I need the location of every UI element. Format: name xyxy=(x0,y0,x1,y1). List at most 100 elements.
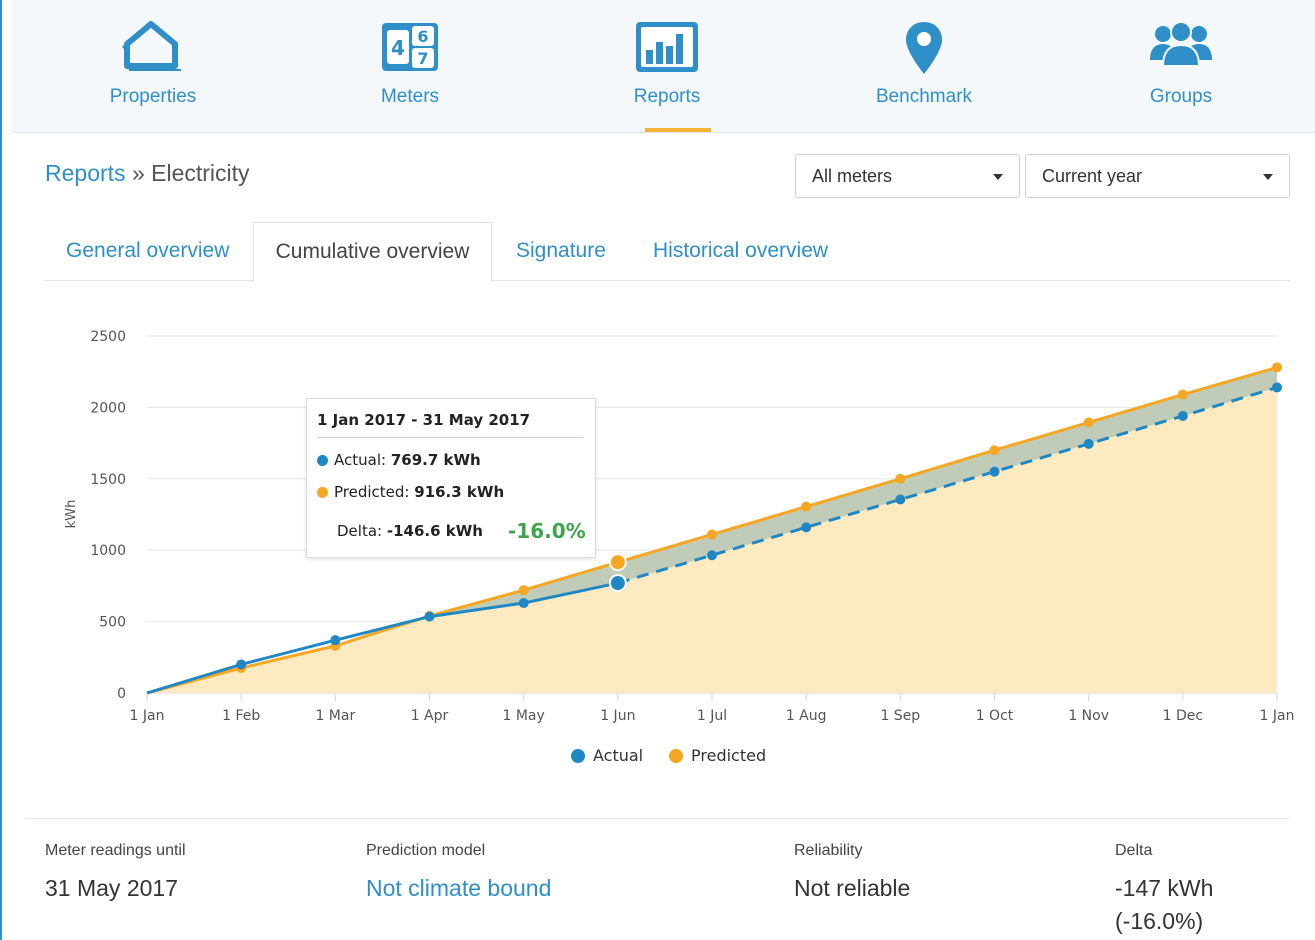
tab-general-overview[interactable]: General overview xyxy=(66,222,229,280)
tooltip-delta-value: -146.6 kWh xyxy=(386,522,483,540)
x-tick-label: 1 Jan xyxy=(130,708,165,724)
actual-point xyxy=(1272,382,1282,393)
x-tick-label: 1 Jul xyxy=(697,708,727,724)
x-tick-label: 1 Feb xyxy=(222,708,260,724)
x-tick-label: 1 Jan xyxy=(1260,708,1295,724)
x-tick-label: 1 Dec xyxy=(1163,708,1203,724)
actual-point xyxy=(895,494,906,505)
predicted-dot-icon xyxy=(317,487,328,498)
x-tick-label: 1 Aug xyxy=(786,708,827,724)
breadcrumb-current: Electricity xyxy=(151,160,250,186)
predicted-point xyxy=(1177,389,1188,400)
actual-point xyxy=(236,659,247,670)
stat-label-readings: Meter readings until xyxy=(45,842,186,859)
predicted-point xyxy=(895,473,906,484)
caret-down-icon xyxy=(993,174,1003,180)
x-tick-label: 1 Mar xyxy=(315,708,355,724)
svg-text:6: 6 xyxy=(417,27,428,46)
legend-actual-label: Actual xyxy=(593,746,644,765)
tabs-divider xyxy=(44,280,1290,281)
predicted-point xyxy=(518,585,529,596)
stat-value-reliability: Not reliable xyxy=(794,875,911,901)
meters-select-value: All meters xyxy=(812,166,893,186)
tooltip-predicted-value: 916.3 kWh xyxy=(414,483,505,501)
tab-signature[interactable]: Signature xyxy=(516,222,606,280)
users-group-icon xyxy=(1150,21,1212,67)
period-select-value: Current year xyxy=(1042,166,1143,186)
y-tick-label: 0 xyxy=(117,686,126,702)
stat-label-reliability: Reliability xyxy=(794,842,863,859)
meter-digits-icon: 4 6 7 xyxy=(382,23,438,71)
y-axis-label: kWh xyxy=(64,500,79,529)
predicted-point xyxy=(989,445,1000,456)
active-tab-indicator xyxy=(645,128,711,132)
tooltip-divider xyxy=(317,437,583,438)
svg-text:7: 7 xyxy=(417,49,428,68)
tooltip-predicted-row: Predicted: 916.3 kWh xyxy=(317,483,504,501)
tooltip-range: 1 Jan 2017 - 31 May 2017 xyxy=(317,411,531,429)
x-tick-label: 1 Jun xyxy=(600,708,635,724)
tooltip-actual-value: 769.7 kWh xyxy=(390,451,481,469)
prediction-model-link[interactable]: Not climate bound xyxy=(366,872,551,905)
nav-item-reports[interactable]: Reports xyxy=(567,0,767,132)
stat-value-delta: -147 kWh (-16.0%) xyxy=(1115,872,1213,938)
legend-predicted-label: Predicted xyxy=(691,746,767,765)
x-tick-label: 1 Sep xyxy=(880,708,920,724)
tooltip-actual-label: Actual: xyxy=(334,451,387,469)
stat-value-delta-kwh: -147 kWh xyxy=(1115,875,1214,901)
stat-value-delta-pct: (-16.0%) xyxy=(1115,908,1204,934)
actual-point xyxy=(518,598,529,609)
nav-label-benchmark: Benchmark xyxy=(875,86,973,107)
tooltip-delta-row: Delta: -146.6 kWh xyxy=(337,522,483,540)
meters-select[interactable]: All meters xyxy=(795,154,1020,198)
stat-value-readings: 31 May 2017 xyxy=(45,875,178,901)
actual-point xyxy=(424,611,435,622)
y-tick-label: 500 xyxy=(99,615,126,631)
legend-item-predicted[interactable]: Predicted xyxy=(669,746,766,765)
actual-point xyxy=(330,635,341,646)
tooltip-delta-percent: -16.0% xyxy=(508,519,586,543)
legend-item-actual[interactable]: Actual xyxy=(571,746,643,765)
nav-item-meters[interactable]: 4 6 7 Meters xyxy=(310,0,510,132)
predicted-point xyxy=(801,501,812,512)
x-tick-label: 1 May xyxy=(503,708,545,724)
top-nav: Properties 4 6 7 Meters Reports Benchmar… xyxy=(12,0,1315,133)
footer-divider xyxy=(25,818,1290,819)
nav-item-groups[interactable]: Groups xyxy=(1081,0,1281,132)
period-select[interactable]: Current year xyxy=(1025,154,1290,198)
actual-point xyxy=(608,574,627,593)
tooltip-actual-row: Actual: 769.7 kWh xyxy=(317,451,481,469)
nav-label-reports: Reports xyxy=(633,86,701,107)
tab-cumulative-overview[interactable]: Cumulative overview xyxy=(253,222,492,282)
tab-historical-overview[interactable]: Historical overview xyxy=(653,222,828,280)
breadcrumb-separator: » xyxy=(131,160,145,186)
y-tick-label: 1000 xyxy=(90,543,126,559)
map-pin-icon xyxy=(906,22,942,74)
actual-dot-icon xyxy=(317,455,328,466)
nav-label-properties: Properties xyxy=(109,86,197,107)
actual-legend-icon xyxy=(571,749,585,763)
stat-label-delta: Delta xyxy=(1115,842,1153,859)
nav-item-benchmark[interactable]: Benchmark xyxy=(824,0,1024,132)
breadcrumb: Reports » Electricity xyxy=(45,160,250,187)
tooltip-predicted-label: Predicted: xyxy=(334,483,410,501)
house-icon xyxy=(121,20,181,71)
caret-down-icon xyxy=(1263,174,1273,180)
chart-tooltip: 1 Jan 2017 - 31 May 2017 Actual: 769.7 k… xyxy=(306,398,596,558)
nav-label-meters: Meters xyxy=(380,86,440,107)
predicted-point xyxy=(1083,417,1094,428)
predicted-point xyxy=(1272,362,1282,373)
bar-chart-icon xyxy=(636,22,698,72)
predicted-legend-icon xyxy=(669,749,683,763)
cumulative-chart: 0 500 1000 1500 2000 2500 kWh 1 Jan 1 Feb 1 Mar 1 … xyxy=(64,329,1295,724)
x-tick-label: 1 Apr xyxy=(411,708,449,724)
actual-point xyxy=(1177,410,1188,421)
actual-point xyxy=(801,522,812,533)
nav-item-properties[interactable]: Properties xyxy=(53,0,253,132)
tooltip-delta-label: Delta: xyxy=(337,522,383,540)
actual-point xyxy=(989,466,1000,477)
svg-text:4: 4 xyxy=(391,36,405,60)
predicted-point xyxy=(707,529,717,540)
y-tick-label: 2500 xyxy=(90,329,126,345)
breadcrumb-reports-link[interactable]: Reports xyxy=(45,160,126,186)
